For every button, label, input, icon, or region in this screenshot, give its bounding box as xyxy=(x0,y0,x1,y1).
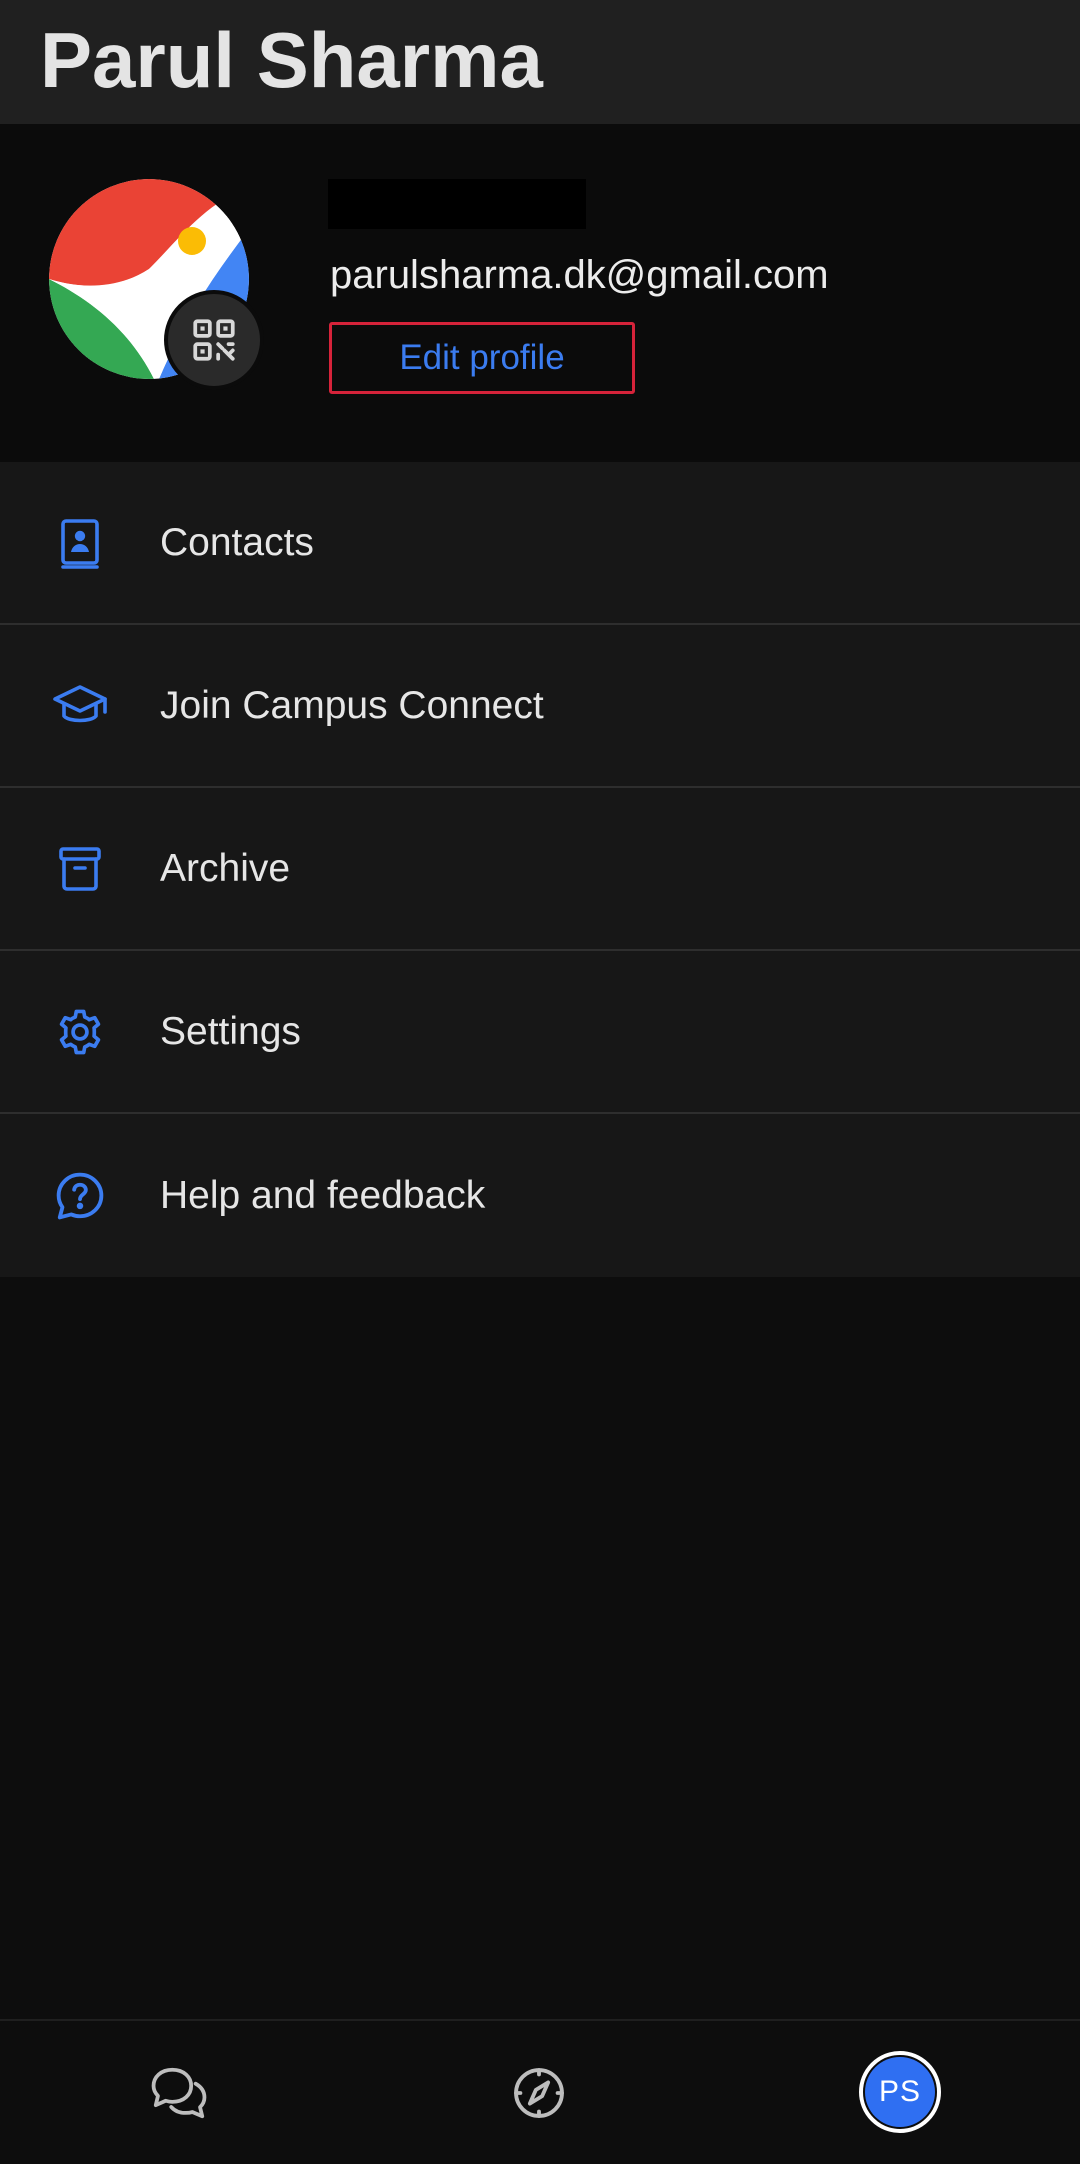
profile-avatar-container[interactable] xyxy=(49,179,264,390)
menu-list: Contacts Join Campus Connect Archive Set… xyxy=(0,462,1080,1277)
contacts-icon xyxy=(50,513,110,573)
chat-icon xyxy=(151,2067,207,2119)
menu-item-label: Join Campus Connect xyxy=(160,683,544,727)
menu-item-settings[interactable]: Settings xyxy=(0,951,1080,1114)
nav-chats-button[interactable] xyxy=(137,2051,221,2135)
archive-icon xyxy=(50,839,110,899)
gear-icon xyxy=(50,1002,110,1062)
menu-item-label: Help and feedback xyxy=(160,1173,486,1217)
menu-item-label: Contacts xyxy=(160,520,314,564)
menu-item-label: Archive xyxy=(160,846,291,890)
qr-code-icon xyxy=(193,319,235,361)
menu-item-archive[interactable]: Archive xyxy=(0,788,1080,951)
app-root: Parul Sharma parulsharma.dk@gmail.com Ed… xyxy=(0,0,1080,2164)
compass-icon xyxy=(514,2068,564,2118)
bottom-navigation: PS xyxy=(0,2019,1080,2164)
top-app-bar: Parul Sharma xyxy=(0,0,1080,124)
help-icon xyxy=(50,1166,110,1226)
graduation-cap-icon xyxy=(50,676,110,736)
profile-email: parulsharma.dk@gmail.com xyxy=(330,253,829,297)
nav-discover-button[interactable] xyxy=(497,2051,581,2135)
menu-item-label: Settings xyxy=(160,1009,301,1053)
page-title: Parul Sharma xyxy=(40,16,543,104)
profile-section: parulsharma.dk@gmail.com Edit profile xyxy=(0,124,1080,462)
menu-item-join-campus-connect[interactable]: Join Campus Connect xyxy=(0,625,1080,788)
redacted-name-block xyxy=(328,179,586,229)
edit-profile-button[interactable]: Edit profile xyxy=(329,322,635,394)
menu-item-help-and-feedback[interactable]: Help and feedback xyxy=(0,1114,1080,1277)
nav-profile-button[interactable]: PS xyxy=(859,2051,941,2133)
qr-code-button[interactable] xyxy=(164,290,264,390)
menu-item-contacts[interactable]: Contacts xyxy=(0,462,1080,625)
profile-initials-avatar: PS xyxy=(865,2057,935,2127)
